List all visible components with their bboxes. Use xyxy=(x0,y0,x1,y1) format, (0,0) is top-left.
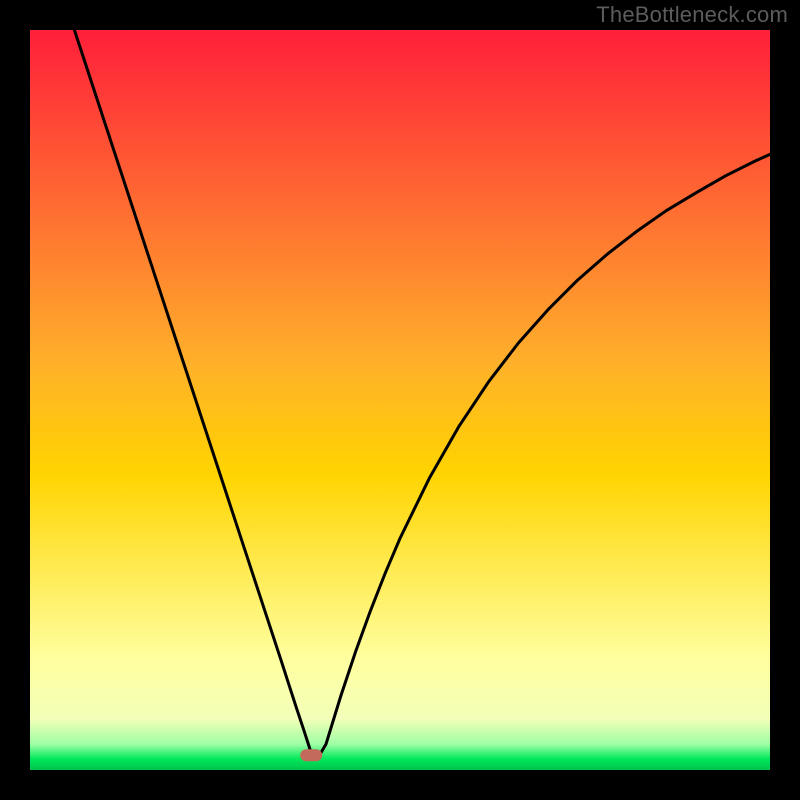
bottleneck-chart xyxy=(0,0,800,800)
optimal-marker xyxy=(300,749,322,761)
watermark-text: TheBottleneck.com xyxy=(596,2,788,28)
plot-area xyxy=(30,30,770,770)
outer-frame: TheBottleneck.com xyxy=(0,0,800,800)
